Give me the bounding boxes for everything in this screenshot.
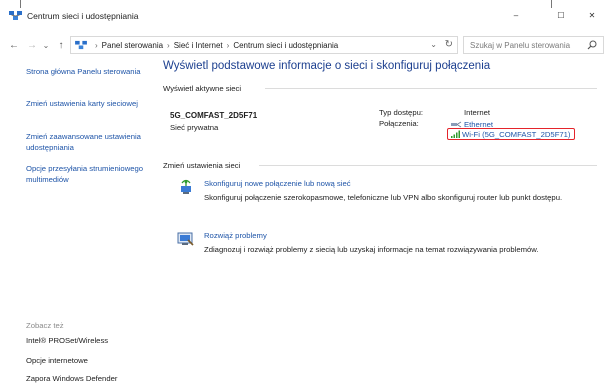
chevron-down-icon: ⌄ <box>42 40 50 50</box>
breadcrumb-network-internet[interactable]: Sieć i Internet <box>174 41 223 50</box>
search-box[interactable] <box>463 36 604 54</box>
network-category[interactable]: Sieć prywatna <box>170 123 218 132</box>
see-also-link-windows-firewall[interactable]: Zapora Windows Defender <box>26 374 117 383</box>
arrow-up-icon: ↑ <box>58 39 64 51</box>
setup-connection-link[interactable]: Skonfiguruj nowe połączenie lub nową sie… <box>204 179 351 188</box>
arrow-left-icon: ← <box>9 39 19 51</box>
page-title: Wyświetl podstawowe informacje o sieci i… <box>163 60 491 72</box>
close-button[interactable]: ✕ <box>574 4 609 26</box>
ethernet-icon <box>451 121 462 128</box>
breadcrumb-separator: › <box>167 40 170 50</box>
see-also-link-internet-options[interactable]: Opcje internetowe <box>26 356 88 365</box>
search-input[interactable] <box>470 37 590 53</box>
breadcrumb-separator: › <box>226 40 230 50</box>
troubleshoot-icon <box>177 232 194 246</box>
navigation-bar: ← → ⌄ ↑ › Panel sterowania › Sieć i Inte… <box>0 34 609 56</box>
minimize-icon: – <box>513 10 519 20</box>
maximize-icon: ☐ <box>557 10 565 20</box>
setup-connection-description: Skonfiguruj połączenie szerokopasmowe, t… <box>204 193 563 202</box>
active-networks-heading: Wyświetl aktywne sieci <box>163 84 242 93</box>
recent-locations-button[interactable]: ⌄ <box>41 36 51 54</box>
connection-wifi[interactable]: Wi-Fi (5G_COMFAST_2D5F71) <box>447 128 575 140</box>
frame-edge <box>20 0 21 8</box>
window-title: Centrum sieci i udostępniania <box>27 11 139 21</box>
up-button[interactable]: ↑ <box>55 36 67 54</box>
address-dropdown-icon[interactable]: ⌄ <box>430 40 437 49</box>
forward-button[interactable]: → <box>25 36 39 54</box>
breadcrumb-network-center[interactable]: Centrum sieci i udostępniania <box>233 41 338 50</box>
left-pane: Strona główna Panelu sterowania Zmień us… <box>0 57 153 391</box>
connections-label: Połączenia: <box>379 119 419 128</box>
address-bar[interactable]: › Panel sterowania › Sieć i Internet › C… <box>70 36 458 54</box>
close-icon: ✕ <box>588 10 596 20</box>
troubleshoot-link[interactable]: Rozwiąż problemy <box>204 231 267 240</box>
search-icon[interactable] <box>587 40 597 50</box>
refresh-icon[interactable]: ↻ <box>445 39 453 50</box>
sidebar-link-control-panel-home[interactable]: Strona główna Panelu sterowania <box>26 67 150 78</box>
main-content: Wyświetl podstawowe informacje o sieci i… <box>153 57 609 391</box>
sidebar-link-advanced-sharing[interactable]: Zmień zaawansowane ustawienia udostępnia… <box>26 132 150 153</box>
network-center-icon <box>75 40 87 50</box>
see-also-link-intel-proset[interactable]: Intel® PROSet/Wireless <box>26 336 108 345</box>
wifi-signal-icon <box>451 130 460 138</box>
sidebar-link-media-streaming[interactable]: Opcje przesyłania strumieniowego multime… <box>26 164 150 185</box>
breadcrumb-control-panel[interactable]: Panel sterowania <box>102 41 163 50</box>
task-troubleshoot: Rozwiąż problemy Zdiagnozuj i rozwiąż pr… <box>177 231 597 271</box>
minimize-button[interactable]: – <box>498 4 534 26</box>
section-divider <box>265 88 597 89</box>
arrow-right-icon: → <box>27 39 37 51</box>
change-settings-heading: Zmień ustawienia sieci <box>163 161 241 170</box>
troubleshoot-description: Zdiagnozuj i rozwiąż problemy z siecią l… <box>204 245 539 254</box>
see-also-heading: Zobacz też <box>26 321 64 330</box>
sidebar-link-adapter-settings[interactable]: Zmień ustawienia karty sieciowej <box>26 99 150 110</box>
network-setup-icon <box>181 179 191 194</box>
title-bar: Centrum sieci i udostępniania – ☐ ✕ <box>0 0 609 29</box>
access-type-value: Internet <box>464 108 491 117</box>
back-button[interactable]: ← <box>7 36 21 54</box>
network-center-icon <box>9 11 22 20</box>
network-name: 5G_COMFAST_2D5F71 <box>170 111 258 120</box>
task-new-connection: Skonfiguruj nowe połączenie lub nową sie… <box>177 179 597 219</box>
connection-wifi-label[interactable]: Wi-Fi (5G_COMFAST_2D5F71) <box>462 130 571 139</box>
section-divider <box>259 165 597 166</box>
breadcrumb-separator: › <box>95 40 98 50</box>
access-type-label: Typ dostępu: <box>379 108 424 117</box>
